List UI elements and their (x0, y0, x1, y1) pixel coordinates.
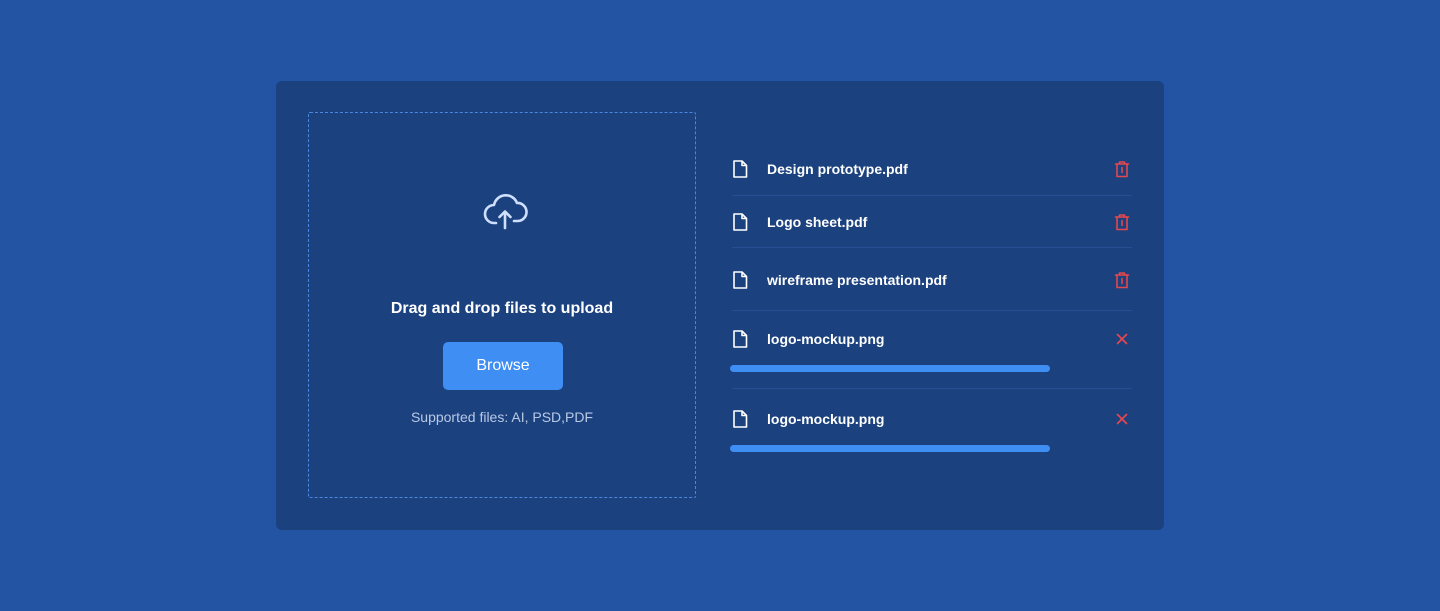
browse-button[interactable]: Browse (443, 342, 563, 390)
supported-files-text: Supported files: AI, PSD,PDF (410, 409, 594, 425)
file-item: Design prototype.pdf (730, 158, 1132, 180)
file-name: logo-mockup.png (767, 331, 885, 347)
divider (732, 310, 1132, 311)
upload-progress-fill (730, 365, 1050, 372)
file-list: Design prototype.pdf Logo sheet.pdf wire… (730, 81, 1132, 530)
document-icon (733, 213, 748, 231)
upload-progress-bar (730, 445, 1050, 452)
trash-icon[interactable] (1112, 212, 1132, 232)
upload-progress-bar (730, 365, 1050, 372)
cloud-upload-icon (483, 193, 528, 230)
dropzone[interactable]: Drag and drop files to upload OR Browse … (308, 112, 696, 498)
document-icon (733, 330, 748, 348)
close-icon[interactable] (1112, 409, 1132, 429)
divider (732, 247, 1132, 248)
divider (732, 388, 1132, 389)
file-name: logo-mockup.png (767, 411, 885, 427)
file-item-uploading: logo-mockup.png (730, 328, 1132, 374)
file-item: wireframe presentation.pdf (730, 269, 1132, 291)
upload-panel: Drag and drop files to upload OR Browse … (276, 81, 1164, 530)
file-name: wireframe presentation.pdf (767, 272, 947, 288)
document-icon (733, 160, 748, 178)
divider (732, 195, 1132, 196)
upload-progress-fill (730, 445, 1050, 452)
trash-icon[interactable] (1112, 270, 1132, 290)
close-icon[interactable] (1112, 329, 1132, 349)
document-icon (733, 271, 748, 289)
dropzone-title: Drag and drop files to upload (390, 300, 614, 317)
document-icon (733, 410, 748, 428)
file-item-uploading: logo-mockup.png (730, 408, 1132, 454)
file-name: Design prototype.pdf (767, 161, 908, 177)
trash-icon[interactable] (1112, 159, 1132, 179)
file-item: Logo sheet.pdf (730, 211, 1132, 233)
file-name: Logo sheet.pdf (767, 214, 868, 230)
